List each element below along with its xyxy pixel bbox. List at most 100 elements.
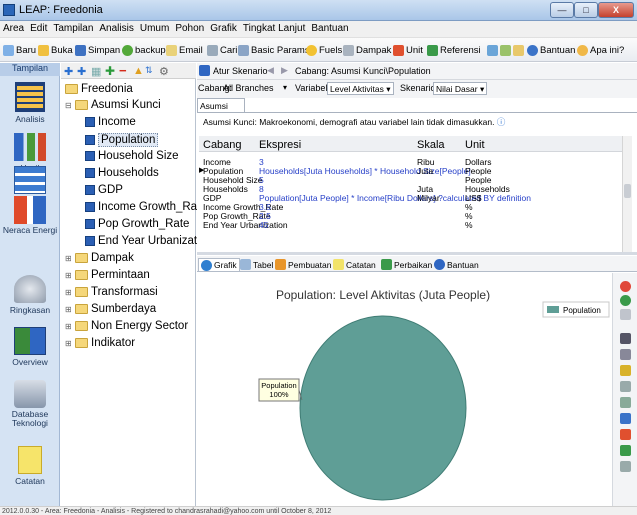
grid-icon[interactable] [620,349,631,360]
referensi-button[interactable]: Referensi [427,42,481,58]
scrollbar-thumb[interactable] [624,184,631,198]
nav-analisis[interactable]: Analisis [0,82,60,124]
tree-node-permintaan[interactable]: ⊞ Permintaan [65,269,150,281]
expand-node-icon[interactable]: ⊞ [65,254,72,263]
expand-icon[interactable]: ✚ [105,64,115,78]
expand-node-icon[interactable]: ⊞ [65,322,72,331]
menu-bantuan[interactable]: Bantuan [308,21,351,34]
menu-umum[interactable]: Umum [137,21,172,34]
expand-node-icon[interactable]: ⊞ [65,339,72,348]
atur-skenario-button[interactable]: Atur Skenario [199,65,268,76]
tree-node-dampak[interactable]: ⊞ Dampak [65,252,134,264]
forward-arrow-icon[interactable]: ▶ [281,65,288,76]
add-child-icon[interactable]: ✚ [77,65,86,78]
nav-overview[interactable]: Overview [0,327,60,367]
tree-node-freedonia[interactable]: Freedonia [65,83,133,95]
tab-perbaikan[interactable]: Perbaikan [379,258,434,271]
maximize-button[interactable]: □ [574,2,598,18]
chart-3d-icon[interactable] [620,309,631,320]
chart-table-icon[interactable] [620,333,631,344]
menu-grafik[interactable]: Grafik [207,21,240,34]
table-row[interactable]: Income 3 Ribu Dollars [203,157,623,167]
close-button[interactable]: X [598,2,634,18]
tree-node-population[interactable]: Population [85,133,159,147]
table-row[interactable]: Households 8 Juta Households [203,184,623,194]
menu-tampilan[interactable]: Tampilan [50,21,96,34]
tab-bantuan[interactable]: Bantuan [432,258,481,271]
back-arrow-icon[interactable]: ◀ [267,65,274,76]
tree-node-households[interactable]: Households [85,167,159,179]
copy-icon[interactable] [620,413,631,424]
pie-slice-population[interactable] [299,315,467,501]
tree-node-non-energy-sector[interactable]: ⊞ Non Energy Sector [65,320,188,332]
tab-pembuatan[interactable]: Pembuatan [273,258,333,271]
help-button[interactable]: Bantuan [527,42,575,58]
settings-icon[interactable]: ⚙ [159,65,169,78]
basic-params-button[interactable]: Basic Params [238,42,310,58]
menu-edit[interactable]: Edit [27,21,50,34]
nav-neraca-energi[interactable]: Neraca Energi [0,196,60,235]
chart-type-icon[interactable] [620,281,631,292]
chart-style-icon[interactable] [620,295,631,306]
menu-tingkat-lanjut[interactable]: Tingkat Lanjut [240,21,308,34]
email-button[interactable]: Email [166,42,203,58]
tree-node-household-size[interactable]: Household Size [85,150,179,162]
tree-node-indikator[interactable]: ⊞ Indikator [65,337,135,349]
fuels-button[interactable]: Fuels [306,42,342,58]
label-icon[interactable] [620,397,631,408]
minimize-button[interactable]: — [550,2,574,18]
tree-node-asumsi-kunci[interactable]: ⊟ Asumsi Kunci [65,99,161,111]
nav-catatan[interactable]: Catatan [0,446,60,486]
table-row[interactable]: Pop Growth_Rate 2.5% [203,211,623,221]
save-button[interactable]: Simpan [75,42,120,58]
branch-dropdown-arrow-icon[interactable]: ▾ [283,83,287,92]
legend-icon[interactable] [620,365,631,376]
menu-analisis[interactable]: Analisis [96,21,136,34]
tab-tabel[interactable]: Tabel [238,258,275,271]
expand-node-icon[interactable]: ⊞ [65,305,72,314]
nav-ringkasan[interactable]: Ringkasan [0,275,60,315]
tree-node-income-growth-rate[interactable]: Income Growth_Rate [85,201,207,213]
dampak-button[interactable]: Dampak [343,42,391,58]
scenario-select[interactable]: Nilai Dasar ▾ [433,82,488,95]
table-row[interactable]: Income Growth_Rate 3.5% [203,202,623,212]
table-scrollbar[interactable] [622,136,632,252]
unit-button[interactable]: Unit [393,42,423,58]
sort-icon[interactable]: ⇅ [145,65,153,76]
tab-catatan[interactable]: Catatan [331,258,378,271]
whats-this-button[interactable]: Apa ini? [577,42,624,58]
info-icon[interactable]: ⓘ [497,117,506,127]
tree-node-end-year-urbanization[interactable]: End Year Urbanization [85,235,212,247]
tree-node-pop-growth-rate[interactable]: Pop Growth_Rate [85,218,189,230]
add-icon[interactable]: ✚ [64,65,73,78]
expand-node-icon[interactable]: ⊞ [65,271,72,280]
variable-select[interactable]: Level Aktivitas ▾ [327,82,394,95]
table-row[interactable]: GDP Population[Juta People] * Income[Ribu… [203,193,623,203]
nav-database-teknologi[interactable]: Database Teknologi [0,380,60,428]
tool-buttons-group[interactable] [487,42,524,58]
table-row-selected[interactable]: ▶ Population Households[Juta Households] *… [199,166,623,176]
export-icon[interactable] [620,429,631,440]
expand-node-icon[interactable]: ⊞ [65,288,72,297]
delete-icon[interactable]: − [119,63,127,78]
tab-grafik[interactable]: Grafik [198,258,240,271]
open-button[interactable]: Buka [38,42,73,58]
table-row[interactable]: End Year Urbanization 45% [203,220,623,230]
properties-icon[interactable]: ▦ [91,65,101,78]
tree-node-transformasi[interactable]: ⊞ Transformasi [65,286,158,298]
print-icon[interactable] [620,461,631,472]
panel-splitter[interactable] [197,252,637,255]
backup-button[interactable]: backup [122,42,166,58]
menu-area[interactable]: Area [0,21,27,34]
tree-node-sumberdaya[interactable]: ⊞ Sumberdaya [65,303,156,315]
collapse-icon[interactable]: ⊟ [65,101,72,110]
new-button[interactable]: Baru [3,42,36,58]
menu-pohon[interactable]: Pohon [172,21,207,34]
zoom-icon[interactable] [620,381,631,392]
move-up-icon[interactable]: ▲ [133,65,144,77]
tree-node-income[interactable]: Income [85,116,136,128]
search-button[interactable]: Cari [207,42,237,58]
table-row[interactable]: Household Size 5 People [203,175,623,185]
tab-asumsi-kunci[interactable]: Asumsi Kunci [197,98,245,121]
save-chart-icon[interactable] [620,445,631,456]
